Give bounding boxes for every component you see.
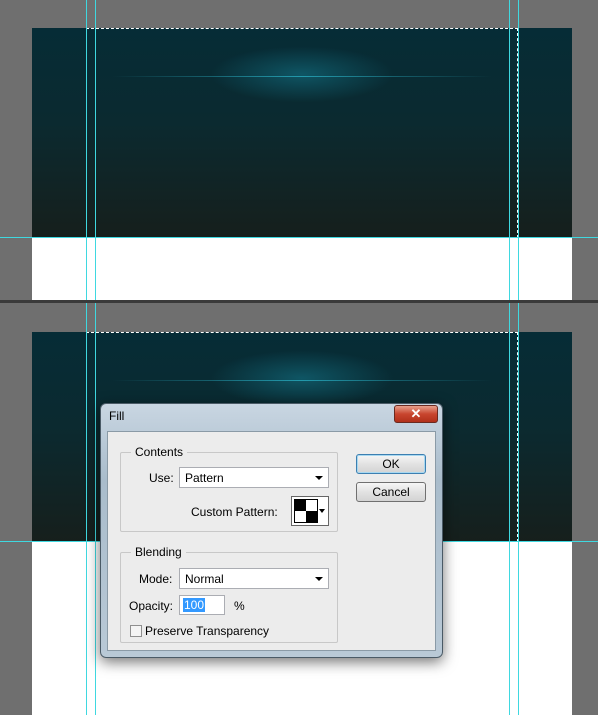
fill-dialog: Fill ✕ Contents Use: Pattern Custom Patt… [100, 403, 443, 658]
opacity-unit: % [234, 599, 245, 613]
custom-pattern-label: Custom Pattern: [191, 505, 278, 519]
chevron-down-icon [319, 509, 325, 513]
chevron-down-icon [315, 577, 323, 581]
use-select[interactable]: Pattern [179, 467, 329, 488]
guide-vertical[interactable] [518, 0, 519, 300]
dialog-title: Fill [109, 409, 125, 423]
ok-button[interactable]: OK [356, 454, 426, 474]
preserve-transparency-label[interactable]: Preserve Transparency [145, 624, 269, 638]
mode-label: Mode: [139, 572, 173, 586]
canvas-view-before [0, 0, 598, 300]
marquee-selection [86, 28, 518, 238]
blending-group: Blending Mode: Normal Opacity: 100 % Pre… [120, 545, 338, 643]
mode-value: Normal [185, 572, 224, 586]
contents-legend: Contents [131, 445, 188, 459]
guide-vertical[interactable] [95, 0, 96, 300]
guide-vertical[interactable] [509, 0, 510, 300]
custom-pattern-picker[interactable] [291, 496, 329, 526]
guide-vertical[interactable] [509, 303, 510, 715]
checker-pattern-icon [294, 499, 318, 523]
guide-vertical[interactable] [86, 0, 87, 300]
opacity-label: Opacity: [129, 599, 174, 613]
guide-vertical[interactable] [95, 303, 96, 715]
guide-horizontal[interactable] [0, 237, 598, 238]
chevron-down-icon [315, 476, 323, 480]
mode-select[interactable]: Normal [179, 568, 329, 589]
dialog-titlebar[interactable]: Fill ✕ [101, 404, 442, 428]
dialog-body: Contents Use: Pattern Custom Pattern: OK… [107, 431, 436, 651]
guide-vertical[interactable] [86, 303, 87, 715]
contents-group: Contents Use: Pattern Custom Pattern: [120, 445, 338, 532]
preserve-transparency-checkbox[interactable] [130, 625, 142, 637]
guide-vertical[interactable] [518, 303, 519, 715]
use-value: Pattern [185, 471, 224, 485]
use-label: Use: [149, 471, 174, 485]
close-button[interactable]: ✕ [394, 405, 438, 423]
blending-legend: Blending [131, 545, 186, 559]
close-icon: ✕ [410, 406, 422, 421]
opacity-input[interactable]: 100 [179, 595, 225, 615]
cancel-button[interactable]: Cancel [356, 482, 426, 502]
opacity-value: 100 [183, 598, 206, 612]
